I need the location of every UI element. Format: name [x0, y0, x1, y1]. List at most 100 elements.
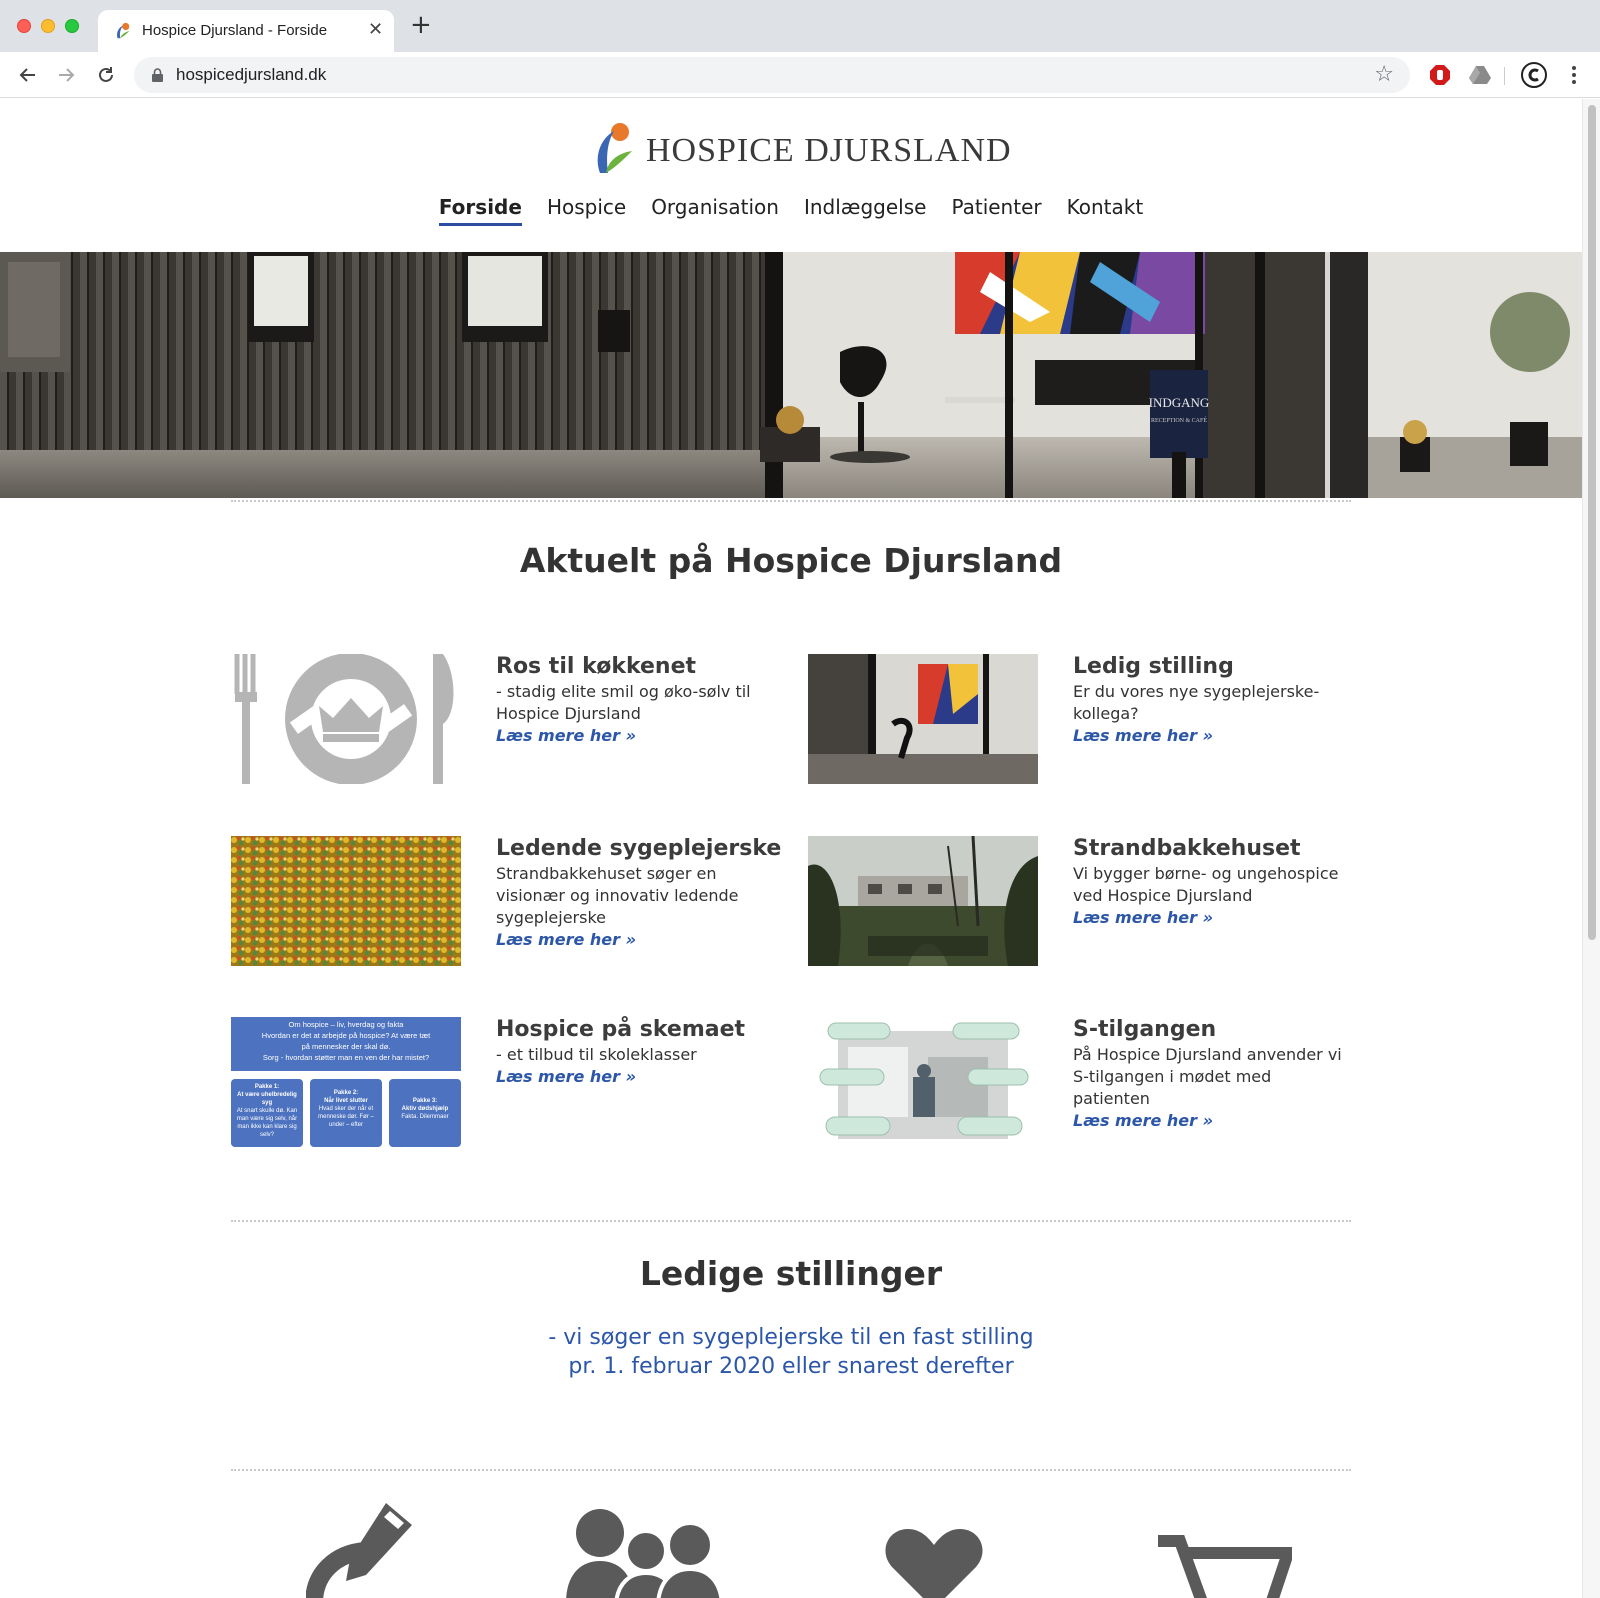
- site-logo[interactable]: HOSPICE DJURSLAND: [594, 121, 1014, 179]
- back-arrow-icon: [19, 68, 35, 82]
- kebab-menu-icon: [1572, 66, 1576, 84]
- school-thumb-box: Pakke 3: Aktiv dødshjælp Fakta. Dilemmae…: [389, 1079, 461, 1147]
- read-more-link[interactable]: Læs mere her »: [1073, 907, 1213, 929]
- news-title[interactable]: Strandbakkehuset: [1073, 836, 1353, 862]
- s-approach-diagram-thumbnail: [808, 1017, 1038, 1147]
- school-thumb-box-title: Pakke 2:: [333, 1090, 359, 1096]
- nav-item-organisation[interactable]: Organisation: [651, 195, 779, 226]
- news-thumbnail[interactable]: [808, 1017, 1038, 1147]
- news-thumbnail[interactable]: [808, 654, 1038, 784]
- news-title[interactable]: Ros til køkkenet: [496, 654, 776, 680]
- news-thumbnail[interactable]: Om hospice – liv, hverdag og fakta Hvord…: [231, 1017, 461, 1147]
- news-text: - stadig elite smil og øko-sølv til Hosp…: [496, 682, 751, 723]
- jobs-subtitle-line: - vi søger en sygeplejerske til en fast …: [548, 1325, 1034, 1350]
- pencil-icon[interactable]: [306, 1503, 416, 1598]
- nav-item-forside[interactable]: Forside: [438, 195, 522, 226]
- hero-sign-text: INDGANG: [1149, 395, 1210, 410]
- news-title[interactable]: Hospice på skemaet: [496, 1017, 776, 1043]
- main-navigation: Forside Hospice Organisation Indlæggelse…: [0, 195, 1582, 226]
- school-thumb-header-line: på mennesker der skal dø.: [301, 1042, 391, 1051]
- logo-text: HOSPICE DJURSLAND: [646, 132, 1012, 169]
- school-thumb-box-title: Pakke 3:: [412, 1098, 438, 1104]
- news-item-strandbakkehuset: Strandbakkehuset Vi bygger børne- og ung…: [808, 836, 1348, 968]
- jobs-heading: Ledige stillinger: [639, 1254, 943, 1293]
- section-divider: [231, 1469, 1351, 1471]
- news-item-hospice-paa-skemaet: Om hospice – liv, hverdag og fakta Hvord…: [231, 1017, 771, 1149]
- profile-button[interactable]: [1520, 61, 1548, 89]
- school-thumb-box-sub: Når livet slutter: [324, 1098, 368, 1104]
- browser-toolbar: hospicedjursland.dk ☆: [0, 52, 1600, 98]
- people-icon[interactable]: [566, 1503, 726, 1598]
- reload-button[interactable]: [92, 61, 120, 89]
- news-item-ledig-stilling: Ledig stilling Er du vores nye sygepleje…: [808, 654, 1348, 786]
- heart-icon[interactable]: [884, 1529, 984, 1598]
- news-thumbnail[interactable]: [231, 654, 461, 784]
- news-thumbnail[interactable]: [231, 836, 461, 966]
- scrollbar-thumb[interactable]: [1588, 105, 1596, 940]
- news-item-s-tilgangen: S-tilgangen På Hospice Djursland anvende…: [808, 1017, 1348, 1149]
- forward-button[interactable]: [52, 61, 80, 89]
- browser-tab-bar: Hospice Djursland - Forside ✕ +: [0, 0, 1600, 52]
- hero-image: INDGANG RECEPTION & CAFÉ: [0, 252, 1582, 498]
- nav-item-patienter[interactable]: Patienter: [951, 195, 1041, 226]
- jobs-subtitle[interactable]: - vi søger en sygeplejerske til en fast …: [0, 1323, 1582, 1381]
- jobs-subtitle-line: pr. 1. februar 2020 eller snarest dereft…: [568, 1354, 1014, 1379]
- news-text: - et tilbud til skoleklasser: [496, 1045, 697, 1064]
- school-thumb-header-line: Sorg - hvordan støtter man en ven der ha…: [262, 1053, 430, 1062]
- hero-sign-subtext: RECEPTION & CAFÉ: [1151, 416, 1207, 424]
- lock-icon: [152, 68, 163, 82]
- new-tab-button[interactable]: +: [410, 12, 432, 38]
- extension-drive-button[interactable]: [1466, 61, 1494, 89]
- nav-item-kontakt[interactable]: Kontakt: [1067, 195, 1144, 226]
- section-divider: [231, 1220, 1351, 1222]
- food-smiley-icon: [231, 654, 461, 784]
- logo-mark-icon: [597, 123, 632, 173]
- crowd-figures-thumbnail: [231, 836, 461, 966]
- browser-tab-active[interactable]: Hospice Djursland - Forside ✕: [98, 10, 394, 52]
- school-thumb-header-line: Om hospice – liv, hverdag og fakta: [288, 1020, 404, 1029]
- news-title[interactable]: Ledende sygeplejerske: [496, 836, 781, 862]
- news-text: På Hospice Djursland anvender vi S-tilga…: [1073, 1045, 1342, 1108]
- stop-hand-icon: [1430, 65, 1450, 85]
- bookmark-star-icon[interactable]: ☆: [1374, 62, 1394, 87]
- school-thumb-box: Pakke 2: Når livet slutter Hvad sker der…: [310, 1079, 382, 1147]
- forest-building-thumbnail: [808, 836, 1038, 966]
- news-text: Strandbakkehuset søger en visionær og in…: [496, 864, 739, 927]
- news-thumbnail[interactable]: [808, 836, 1038, 966]
- news-text: Er du vores nye sygeplejerske-kollega?: [1073, 682, 1320, 723]
- school-thumb-box: Pakke 1: At være uhelbredelig syg At sna…: [231, 1079, 303, 1147]
- nav-item-hospice[interactable]: Hospice: [547, 195, 626, 226]
- school-thumb-box-text: Fakta. Dilemmaer: [401, 1114, 449, 1120]
- toolbar-separator: [1504, 67, 1505, 85]
- window-minimize-button[interactable]: [41, 19, 55, 33]
- address-bar[interactable]: hospicedjursland.dk ☆: [134, 57, 1410, 93]
- news-title[interactable]: Ledig stilling: [1073, 654, 1353, 680]
- forward-arrow-icon: [59, 68, 75, 82]
- window-zoom-button[interactable]: [65, 19, 79, 33]
- entrance-photo-thumbnail: [808, 654, 1038, 784]
- window-close-button[interactable]: [17, 19, 31, 33]
- school-thumb-header: Om hospice – liv, hverdag og fakta Hvord…: [231, 1017, 461, 1071]
- reload-icon: [99, 67, 113, 82]
- news-heading: Aktuelt på Hospice Djursland: [519, 541, 1063, 580]
- nav-item-indlaeggelse[interactable]: Indlæggelse: [804, 195, 926, 226]
- tab-title: Hospice Djursland - Forside: [142, 22, 328, 39]
- school-thumb-box-text: At snart skulle dø. Kan man være sig sel…: [236, 1108, 298, 1138]
- school-thumb-box-sub: At være uhelbredelig syg: [237, 1092, 297, 1106]
- extension-adblock-button[interactable]: [1426, 61, 1454, 89]
- news-item-ros-til-kokkenet: Ros til køkkenet - stadig elite smil og …: [231, 654, 771, 786]
- news-title[interactable]: S-tilgangen: [1073, 1017, 1353, 1043]
- read-more-link[interactable]: Læs mere her »: [1073, 725, 1213, 747]
- browser-menu-button[interactable]: [1560, 61, 1588, 89]
- read-more-link[interactable]: Læs mere her »: [496, 929, 636, 951]
- page-scrollbar[interactable]: [1582, 99, 1600, 1598]
- cart-icon[interactable]: [1158, 1533, 1292, 1598]
- drive-icon: [1469, 66, 1491, 84]
- read-more-link[interactable]: Læs mere her »: [1073, 1110, 1213, 1132]
- read-more-link[interactable]: Læs mere her »: [496, 725, 636, 747]
- read-more-link[interactable]: Læs mere her »: [496, 1066, 636, 1088]
- school-thumb-box-title: Pakke 1:: [254, 1084, 280, 1090]
- tab-close-icon[interactable]: ✕: [368, 19, 383, 40]
- school-thumb-header-line: Hvordan er det at arbejde på hospice? At…: [261, 1031, 431, 1040]
- back-button[interactable]: [14, 61, 42, 89]
